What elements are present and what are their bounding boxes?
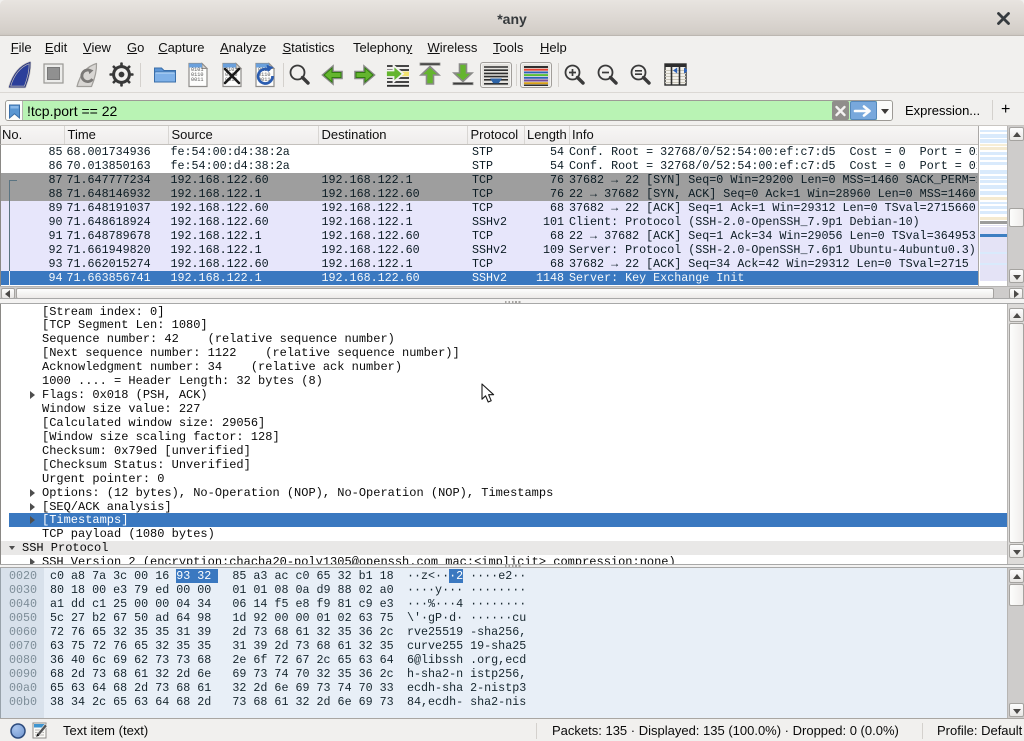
svg-text:0011: 0011: [191, 77, 203, 83]
